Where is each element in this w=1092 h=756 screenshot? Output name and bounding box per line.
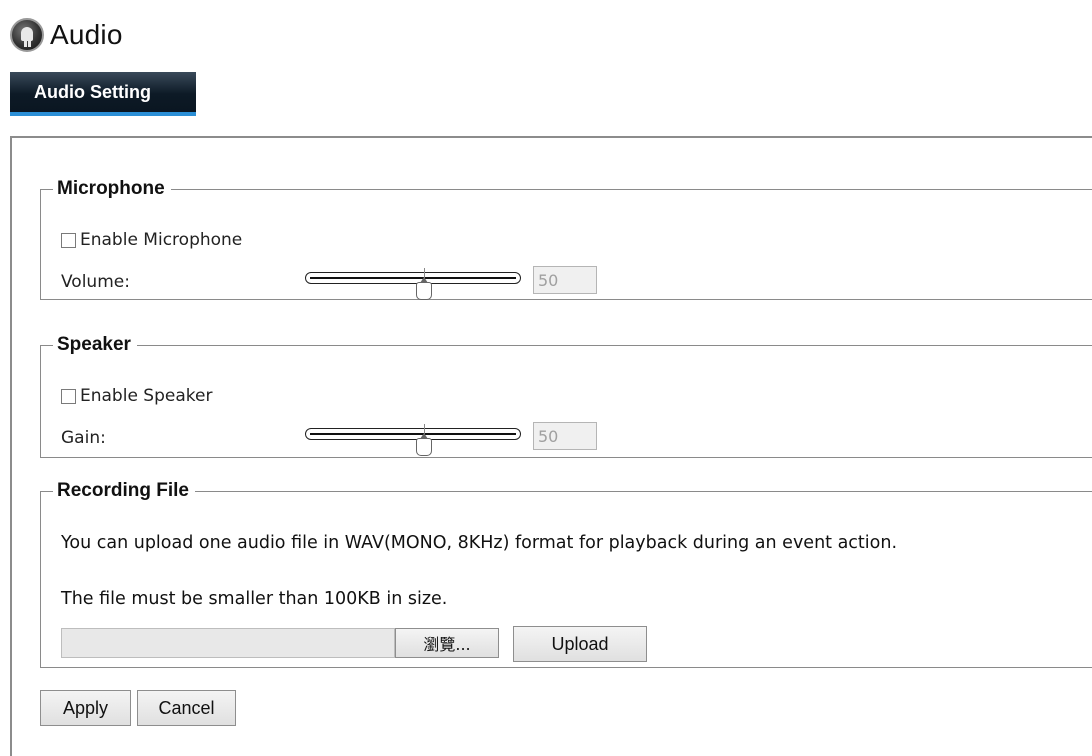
enable-microphone-row: Enable Microphone: [61, 230, 242, 250]
enable-speaker-label[interactable]: Enable Speaker: [80, 386, 212, 406]
volume-slider[interactable]: [305, 268, 525, 308]
recording-file-section: Recording File You can upload one audio …: [40, 480, 1092, 668]
recording-size-note: The file must be smaller than 100KB in s…: [61, 589, 448, 609]
recording-description: You can upload one audio file in WAV(MON…: [61, 533, 898, 553]
gain-slider-thumb[interactable]: [416, 433, 432, 456]
tab-audio-setting[interactable]: Audio Setting: [10, 72, 196, 116]
enable-speaker-checkbox[interactable]: [61, 388, 76, 404]
upload-button[interactable]: Upload: [513, 626, 647, 662]
enable-speaker-row: Enable Speaker: [61, 386, 212, 406]
page-title: Audio: [50, 19, 123, 50]
cancel-button[interactable]: Cancel: [137, 690, 236, 726]
speaker-section: Speaker Enable Speaker Gain:: [40, 334, 1092, 458]
volume-slider-track[interactable]: [305, 272, 521, 284]
gain-value-field[interactable]: [533, 422, 597, 450]
file-path-field[interactable]: [61, 628, 395, 658]
recording-file-legend: Recording File: [57, 480, 189, 501]
enable-microphone-label[interactable]: Enable Microphone: [80, 230, 242, 250]
microphone-legend: Microphone: [57, 178, 165, 199]
speaker-legend: Speaker: [57, 334, 131, 355]
page-header: Audio: [10, 18, 123, 52]
browse-button[interactable]: 瀏覽...: [395, 628, 499, 658]
camera-logo-icon: [10, 18, 44, 52]
gain-slider[interactable]: [305, 424, 525, 464]
gain-slider-track[interactable]: [305, 428, 521, 440]
microphone-section: Microphone Enable Microphone Volume:: [40, 178, 1092, 300]
volume-label: Volume:: [61, 272, 130, 292]
enable-microphone-checkbox[interactable]: [61, 232, 76, 248]
volume-slider-thumb[interactable]: [416, 277, 432, 300]
volume-value-field[interactable]: [533, 266, 597, 294]
apply-button[interactable]: Apply: [40, 690, 131, 726]
gain-label: Gain:: [61, 428, 106, 448]
